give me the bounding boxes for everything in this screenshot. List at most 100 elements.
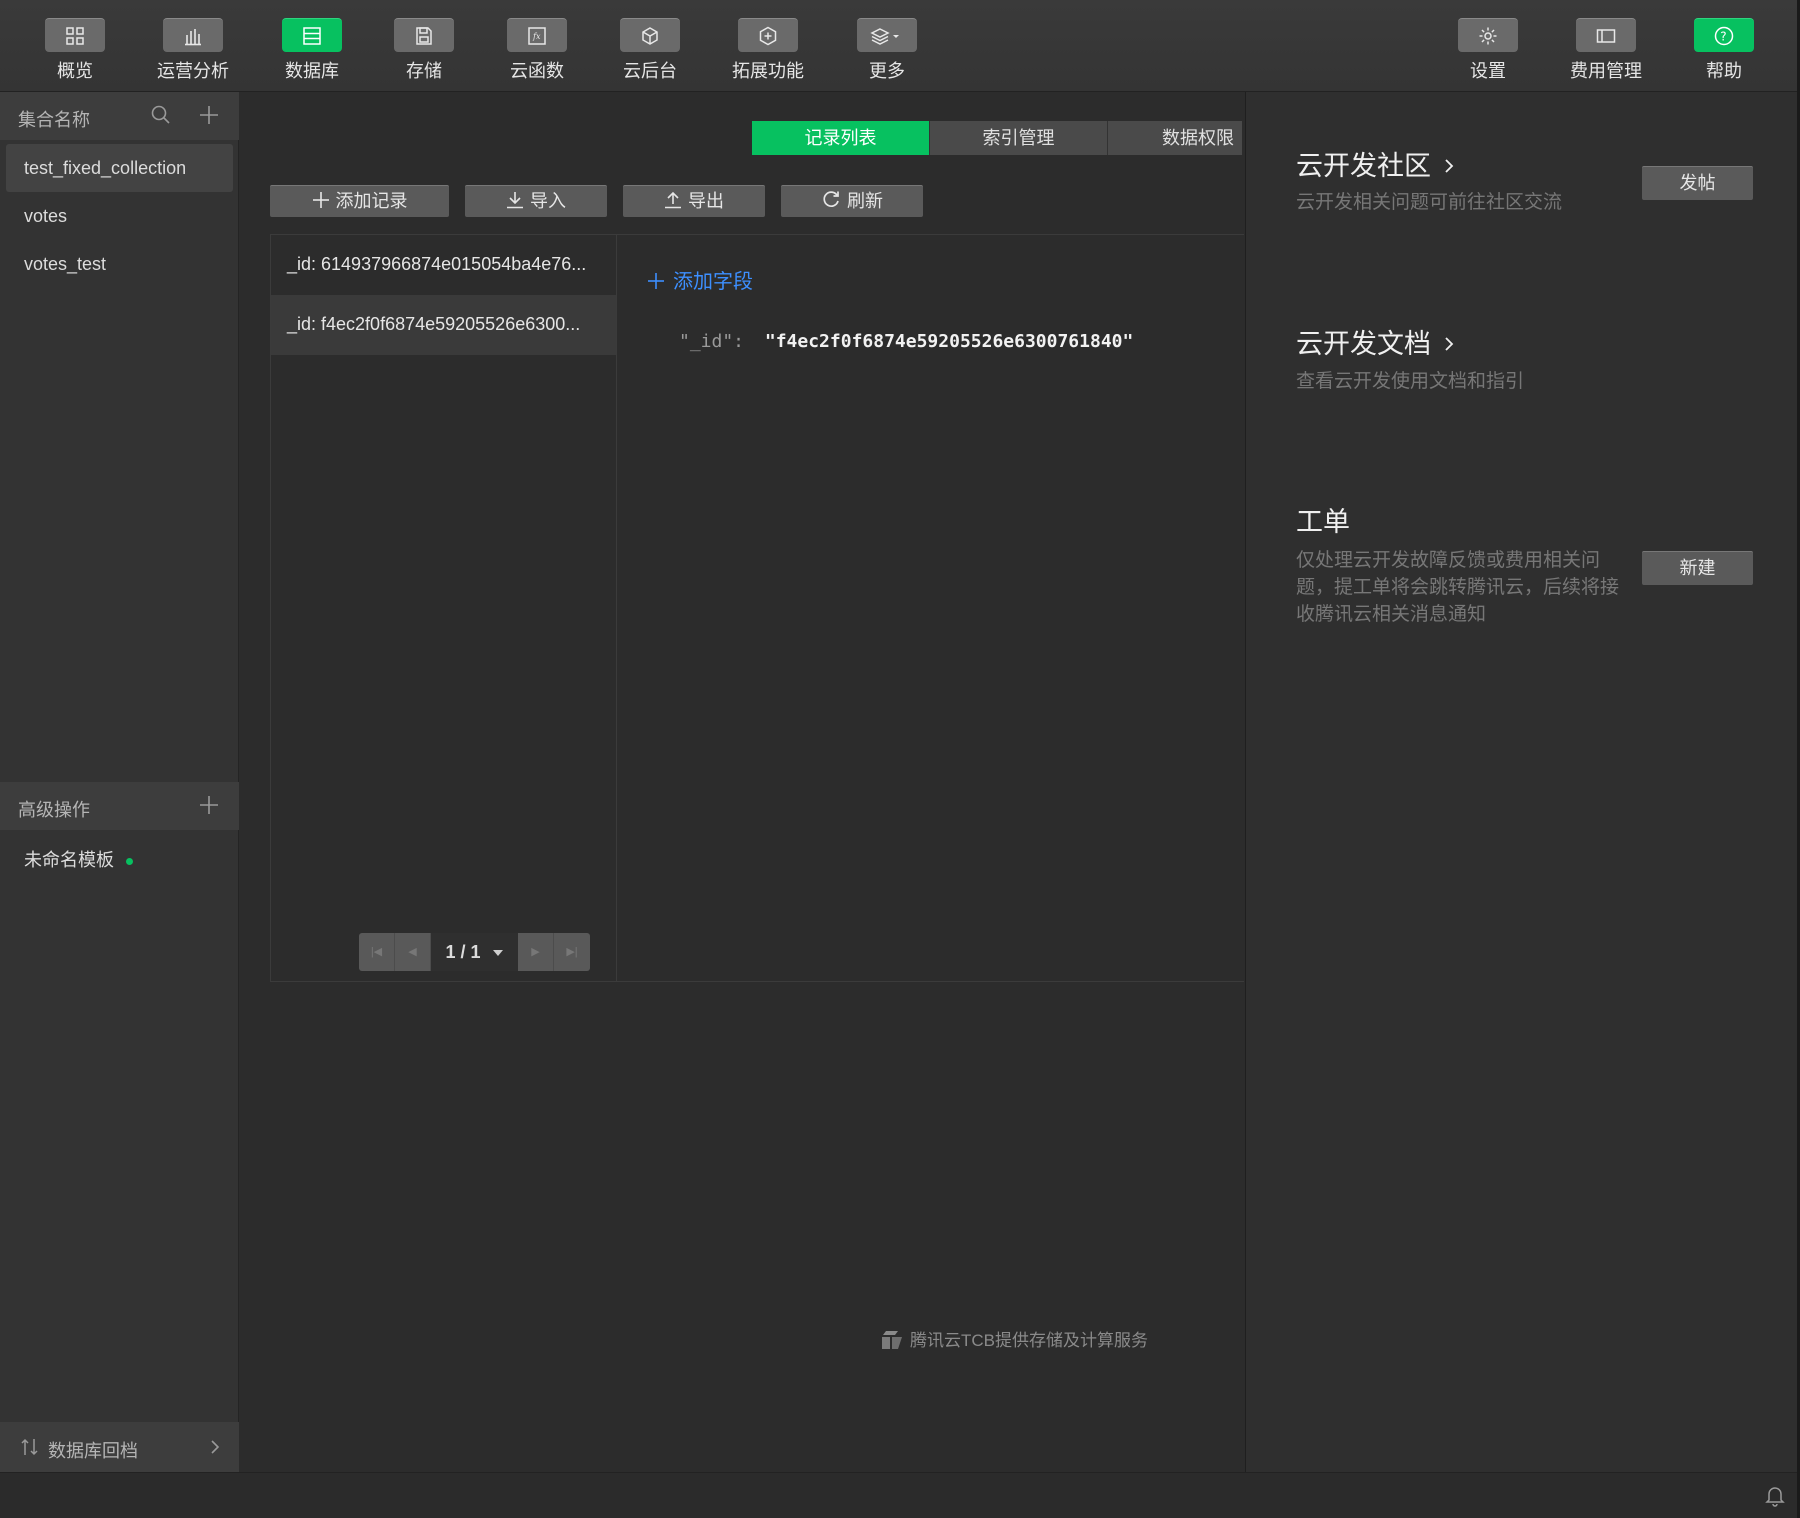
collections-header-label: 集合名称: [18, 110, 90, 130]
toolbar-database[interactable]: 数据库: [262, 18, 362, 84]
toolbar-label: 云后台: [623, 61, 677, 81]
toolbar-label: 拓展功能: [732, 61, 804, 81]
tcb-footer: 腾讯云TCB提供存储及计算服务: [880, 1326, 1148, 1351]
docs-title: 云开发文档: [1296, 329, 1431, 359]
tab-data-permission[interactable]: 数据权限: [1108, 121, 1242, 155]
top-toolbar: 概览 运营分析 数据库 存储 fx 云函数 云后台 拓展功能 更多 设置 费用管…: [0, 0, 1800, 92]
page-indicator: 1 / 1: [445, 942, 481, 962]
ticket-title: 工单: [1296, 507, 1350, 537]
add-record-button[interactable]: 添加记录: [270, 185, 449, 217]
collection-item[interactable]: votes_test: [6, 240, 233, 288]
record-list: _id: 614937966874e015054ba4e76... _id: f…: [270, 234, 617, 982]
collection-item[interactable]: votes: [6, 192, 233, 240]
search-icon[interactable]: [150, 104, 172, 126]
help-panel: 云开发社区 云开发相关问题可前往社区交流 发帖 云开发文档 查看云开发使用文档和…: [1245, 92, 1800, 1472]
field-value: "f4ec2f0f6874e59205526e6300761840": [764, 331, 1134, 352]
docs-link[interactable]: 云开发文档: [1296, 322, 1457, 361]
cube-icon: [620, 18, 680, 52]
storage-icon: [394, 18, 454, 52]
layers-icon: [857, 18, 917, 52]
database-rollback-button[interactable]: 数据库回档: [0, 1422, 239, 1472]
unsaved-dot: [126, 857, 133, 865]
svg-text:fx: fx: [532, 32, 541, 41]
toolbar-label: 帮助: [1706, 61, 1742, 81]
bar-chart-icon: [163, 18, 223, 52]
billing-icon: [1576, 18, 1636, 52]
collection-item[interactable]: test_fixed_collection: [6, 144, 233, 192]
toolbar-label: 更多: [869, 61, 905, 81]
new-ticket-button[interactable]: 新建: [1642, 551, 1753, 585]
page-selector[interactable]: 1 / 1: [431, 933, 518, 971]
app-window: 概览 运营分析 数据库 存储 fx 云函数 云后台 拓展功能 更多 设置 费用管…: [0, 0, 1800, 1518]
rollback-label: 数据库回档: [48, 1441, 138, 1461]
toolbar-extensions[interactable]: 拓展功能: [718, 18, 818, 84]
toolbar-backend[interactable]: 云后台: [600, 18, 700, 84]
refresh-button[interactable]: 刷新: [781, 185, 923, 217]
database-main: 记录列表 索引管理 数据权限 添加记录 导入 导出 刷新 _id: 614937…: [240, 92, 1244, 1472]
toolbar-label: 费用管理: [1570, 61, 1642, 81]
add-collection-icon[interactable]: [198, 104, 220, 126]
chevron-right-icon: [1444, 159, 1453, 173]
record-list-item[interactable]: _id: f4ec2f0f6874e59205526e6300...: [271, 295, 616, 355]
record-actions: 添加记录 导入 导出 刷新: [270, 185, 939, 217]
caret-down-icon: [492, 950, 503, 956]
export-label: 导出: [688, 191, 724, 211]
tab-record-list[interactable]: 记录列表: [752, 121, 930, 155]
docs-desc: 查看云开发使用文档和指引: [1296, 371, 1525, 392]
next-page-button[interactable]: ▶: [518, 933, 554, 971]
extension-icon: [738, 18, 798, 52]
collections-header: 集合名称: [0, 92, 239, 140]
toolbar-label: 数据库: [285, 61, 339, 81]
export-button[interactable]: 导出: [623, 185, 765, 217]
record-detail: 添加字段 "_id": "f4ec2f0f6874e59205526e63007…: [617, 234, 1244, 982]
database-icon: [282, 18, 342, 52]
template-item[interactable]: 未命名模板: [24, 846, 133, 872]
toolbar-label: 运营分析: [157, 61, 229, 81]
chevron-right-icon: [211, 1440, 220, 1454]
community-desc: 云开发相关问题可前往社区交流: [1296, 192, 1563, 213]
refresh-label: 刷新: [847, 191, 883, 211]
toolbar-functions[interactable]: fx 云函数: [487, 18, 587, 84]
tab-index-management[interactable]: 索引管理: [930, 121, 1108, 155]
advanced-header: 高级操作: [0, 782, 239, 830]
import-label: 导入: [530, 191, 566, 211]
bell-icon[interactable]: [1765, 1485, 1785, 1507]
first-page-button[interactable]: |◀: [359, 933, 395, 971]
post-button[interactable]: 发帖: [1642, 166, 1753, 200]
toolbar-overview[interactable]: 概览: [25, 18, 125, 84]
toolbar-help[interactable]: ? 帮助: [1674, 18, 1774, 84]
add-record-label: 添加记录: [335, 191, 408, 211]
collections-sidebar: 集合名称 test_fixed_collection votes votes_t…: [0, 92, 239, 1472]
gear-icon: [1458, 18, 1518, 52]
toolbar-storage[interactable]: 存储: [374, 18, 474, 84]
last-page-button[interactable]: ▶|: [554, 933, 590, 971]
plus-icon: [312, 192, 329, 208]
prev-page-button[interactable]: ◀: [395, 933, 431, 971]
toolbar-label: 概览: [57, 61, 93, 81]
plus-icon: [648, 273, 664, 289]
pagination: |◀ ◀ 1 / 1 ▶ ▶|: [359, 933, 590, 971]
community-title: 云开发社区: [1296, 151, 1431, 181]
dashboard-icon: [45, 18, 105, 52]
field-row[interactable]: "_id": "f4ec2f0f6874e59205526e6300761840…: [679, 331, 1133, 352]
add-template-icon[interactable]: [198, 794, 220, 816]
chevron-right-icon: [1444, 337, 1453, 351]
record-list-item[interactable]: _id: 614937966874e015054ba4e76...: [271, 235, 616, 295]
community-link[interactable]: 云开发社区: [1296, 144, 1457, 183]
sort-icon: [21, 1438, 38, 1456]
field-key: "_id":: [679, 331, 745, 352]
database-tabs: 记录列表 索引管理 数据权限: [752, 121, 1242, 155]
toolbar-label: 设置: [1470, 61, 1506, 81]
toolbar-billing[interactable]: 费用管理: [1556, 18, 1656, 84]
toolbar-label: 存储: [406, 61, 442, 81]
toolbar-settings[interactable]: 设置: [1438, 18, 1538, 84]
add-field-button[interactable]: 添加字段: [647, 265, 753, 294]
import-button[interactable]: 导入: [465, 185, 607, 217]
tcb-logo-icon: [882, 1331, 902, 1349]
toolbar-analytics[interactable]: 运营分析: [143, 18, 243, 84]
template-item-label: 未命名模板: [24, 850, 114, 870]
advanced-header-label: 高级操作: [18, 800, 90, 820]
toolbar-more[interactable]: 更多: [837, 18, 937, 84]
download-icon: [507, 192, 523, 209]
status-bar: [0, 1472, 1800, 1518]
